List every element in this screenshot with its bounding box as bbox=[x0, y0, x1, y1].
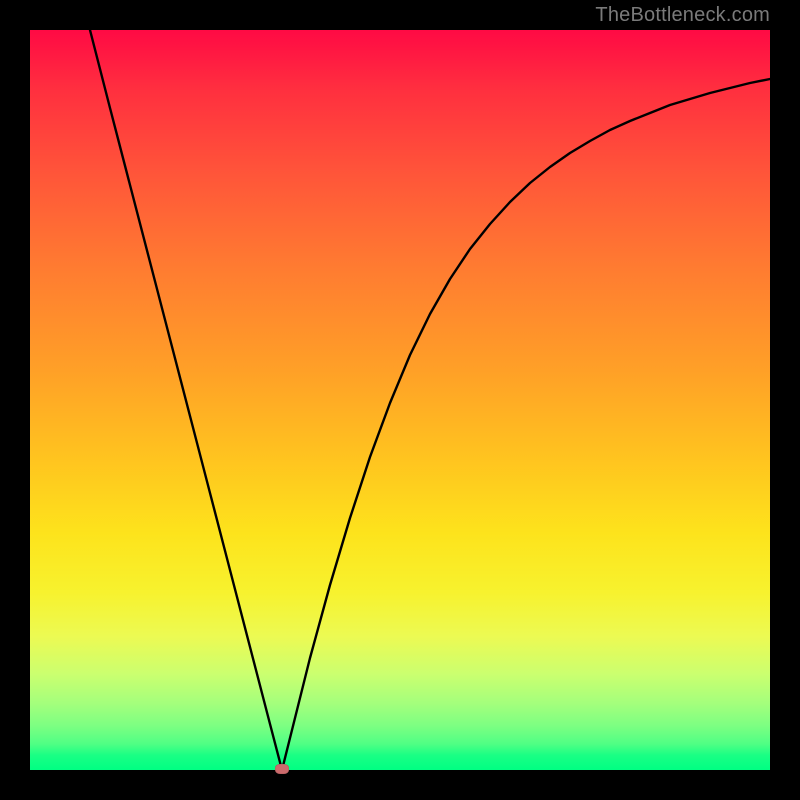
curve-path bbox=[90, 30, 770, 770]
bottleneck-curve bbox=[30, 30, 770, 770]
watermark-text: TheBottleneck.com bbox=[595, 4, 770, 27]
plot-area bbox=[30, 30, 770, 770]
optimal-point-marker bbox=[275, 764, 289, 774]
chart-frame: TheBottleneck.com bbox=[0, 0, 800, 800]
